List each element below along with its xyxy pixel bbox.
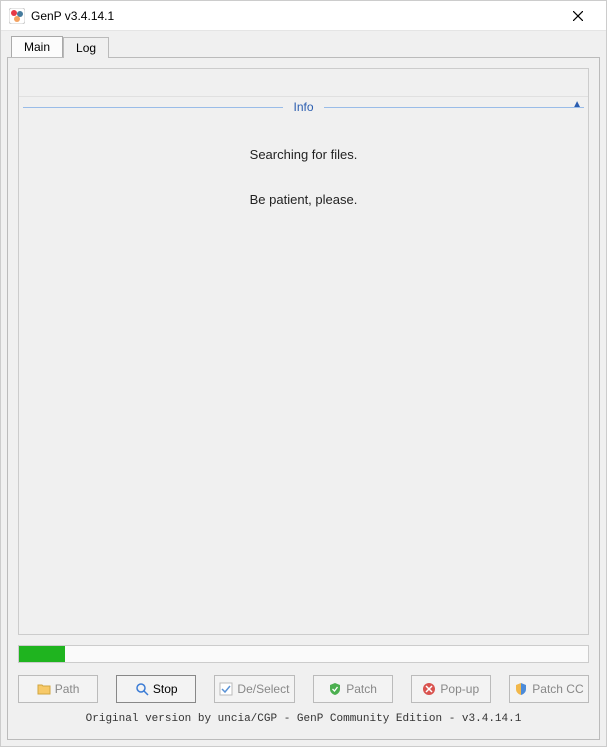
tab-log[interactable]: Log bbox=[63, 37, 109, 58]
popup-button[interactable]: Pop-up bbox=[411, 675, 491, 703]
top-spacer bbox=[19, 69, 588, 97]
button-row: Path Stop De/Select bbox=[18, 675, 589, 703]
blocked-icon bbox=[422, 682, 436, 696]
close-button[interactable] bbox=[558, 2, 598, 30]
collapse-icon[interactable]: ▲ bbox=[572, 99, 582, 110]
button-label: Patch CC bbox=[532, 682, 583, 696]
info-body: Searching for files. Be patient, please. bbox=[19, 117, 588, 634]
patch-button[interactable]: Patch bbox=[313, 675, 393, 703]
close-icon bbox=[573, 11, 583, 21]
button-label: Patch bbox=[346, 682, 377, 696]
app-icon bbox=[9, 8, 25, 24]
progress-fill bbox=[19, 646, 65, 662]
folder-icon bbox=[37, 682, 51, 696]
tab-main[interactable]: Main bbox=[11, 36, 63, 57]
progress-bar bbox=[18, 645, 589, 663]
footer-text: Original version by uncia/CGP - GenP Com… bbox=[18, 713, 589, 725]
content-frame: Info ▲ Searching for files. Be patient, … bbox=[18, 68, 589, 635]
patchcc-button[interactable]: Patch CC bbox=[509, 675, 589, 703]
search-icon bbox=[135, 682, 149, 696]
shield-icon bbox=[514, 682, 528, 696]
button-label: Path bbox=[55, 682, 80, 696]
button-label: Pop-up bbox=[440, 682, 479, 696]
tab-strip: Main Log bbox=[11, 35, 600, 57]
shield-check-icon bbox=[328, 682, 342, 696]
info-heading: Info bbox=[283, 100, 323, 114]
info-line-1: Searching for files. bbox=[19, 147, 588, 162]
main-panel: Info ▲ Searching for files. Be patient, … bbox=[7, 57, 600, 740]
info-header: Info ▲ bbox=[19, 97, 588, 117]
info-line-2: Be patient, please. bbox=[19, 192, 588, 207]
checkbox-icon bbox=[219, 682, 233, 696]
stop-button[interactable]: Stop bbox=[116, 675, 196, 703]
titlebar: GenP v3.4.14.1 bbox=[1, 1, 606, 31]
tab-label: Log bbox=[76, 41, 96, 55]
app-window: GenP v3.4.14.1 Main Log Info ▲ bbox=[0, 0, 607, 747]
button-label: Stop bbox=[153, 682, 178, 696]
window-title: GenP v3.4.14.1 bbox=[31, 9, 558, 23]
client-area: Main Log Info ▲ Searching for files. Be … bbox=[1, 31, 606, 746]
path-button[interactable]: Path bbox=[18, 675, 98, 703]
tab-label: Main bbox=[24, 40, 50, 54]
button-label: De/Select bbox=[237, 682, 289, 696]
deselect-button[interactable]: De/Select bbox=[214, 675, 294, 703]
